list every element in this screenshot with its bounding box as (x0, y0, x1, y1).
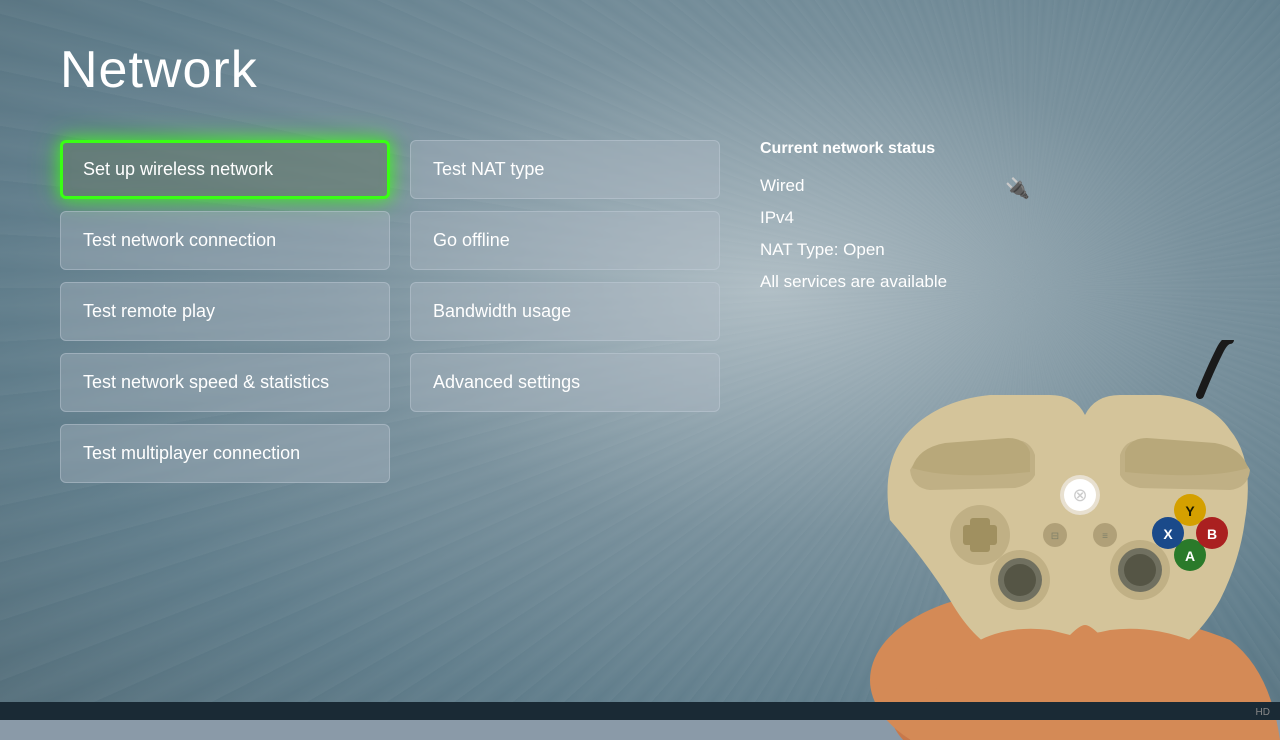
svg-text:Y: Y (1185, 503, 1195, 519)
menu-item-test-multiplayer[interactable]: Test multiplayer connection (60, 424, 390, 483)
menu-item-bandwidth-usage[interactable]: Bandwidth usage (410, 282, 720, 341)
menu-item-go-offline[interactable]: Go offline (410, 211, 720, 270)
status-panel: Current network status Wired🔌 IPv4 NAT Typ… (760, 140, 1030, 304)
svg-text:≡: ≡ (1102, 531, 1108, 542)
menu-item-setup-wireless[interactable]: Set up wireless network (60, 140, 390, 199)
middle-column: Test NAT type Go offline Bandwidth usage Ad… (410, 140, 720, 412)
menu-item-advanced-settings[interactable]: Advanced settings (410, 353, 720, 412)
menu-item-test-network-connection[interactable]: Test network connection (60, 211, 390, 270)
wired-icon: 🔌 (1005, 176, 1030, 201)
status-title: Current network status (760, 140, 1030, 158)
menu-item-test-remote-play[interactable]: Test remote play (60, 282, 390, 341)
svg-text:⊟: ⊟ (1051, 531, 1059, 542)
status-item-wired: Wired🔌 (760, 176, 1030, 196)
menu-item-test-network-speed[interactable]: Test network speed & statistics (60, 353, 390, 412)
status-item-services: All services are available (760, 272, 1030, 292)
status-item-nat-type: NAT Type: Open (760, 240, 1030, 260)
left-column: Set up wireless network Test network conn… (60, 140, 390, 483)
svg-text:X: X (1163, 526, 1173, 542)
page-title: Network (60, 40, 1220, 100)
status-item-ipv4: IPv4 (760, 208, 1030, 228)
svg-text:A: A (1185, 548, 1195, 564)
menu-item-test-nat-type[interactable]: Test NAT type (410, 140, 720, 199)
bottom-bar-label: HD (1256, 707, 1270, 718)
svg-text:B: B (1207, 526, 1217, 542)
bottom-bar: HD (0, 702, 1280, 720)
svg-text:⊗: ⊗ (1072, 485, 1087, 505)
controller-overlay: ⊟ ≡ ⊗ Y A X B (830, 320, 1280, 740)
